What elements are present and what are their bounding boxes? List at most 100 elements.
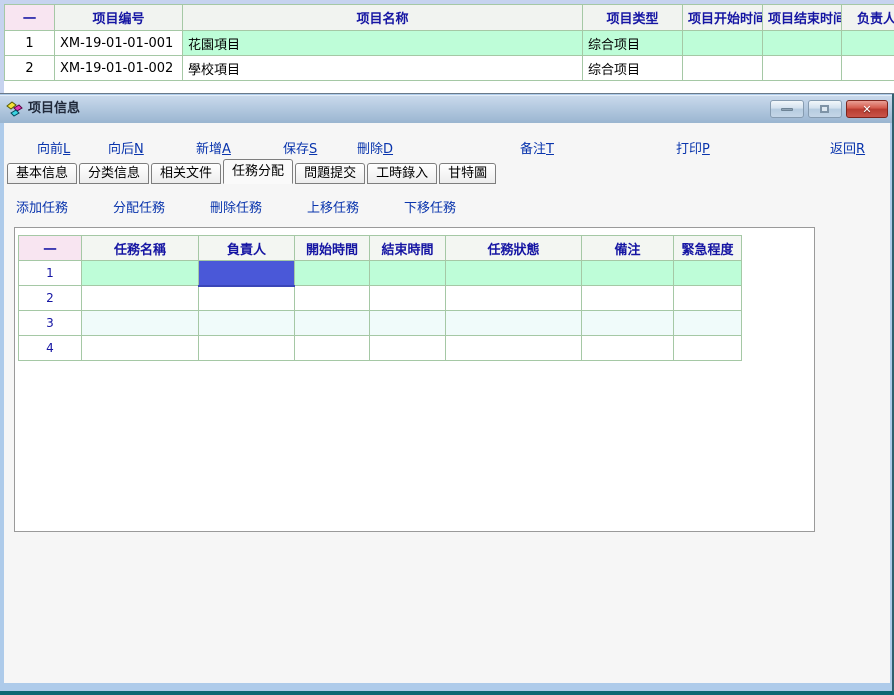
project-end-cell[interactable] [763,31,842,56]
window-client-area: 向前L 向后N 新增A 保存S 刪除D 备注T 打印P 返回R 基本信息 分类信… [4,123,890,683]
task-name-cell[interactable] [82,311,199,336]
table-row[interactable]: 1 [19,261,742,286]
task-name-cell[interactable] [82,286,199,311]
column-header-task-status: 任務狀態 [446,236,582,261]
table-row[interactable]: 2 XM-19-01-01-002 學校項目 综合项目 [5,56,894,81]
tab-category-info[interactable]: 分类信息 [79,163,149,184]
project-grid-header-row: 一 项目编号 项目名称 项目类型 项目开始时间 项目结束时间 负责人 [5,5,894,31]
column-header-task-name: 任務名稱 [82,236,199,261]
assignee-cell[interactable] [199,286,295,311]
maximize-icon [820,105,829,113]
urgency-cell[interactable] [674,336,742,361]
minimize-button[interactable] [770,100,804,118]
table-row[interactable]: 4 [19,336,742,361]
column-header-project-code: 项目编号 [55,5,183,31]
column-header-start-time: 项目开始时间 [683,5,763,31]
delete-task-button[interactable]: 刪除任務 [210,197,262,216]
project-owner-cell[interactable] [842,31,894,56]
start-time-cell[interactable] [295,286,370,311]
table-row[interactable]: 2 [19,286,742,311]
task-status-cell[interactable] [446,336,582,361]
toolbar-return[interactable]: 返回R [830,138,865,157]
project-grid: 一 项目编号 项目名称 项目类型 项目开始时间 项目结束时间 负责人 1 XM-… [4,4,894,82]
end-time-cell[interactable] [370,261,446,286]
start-time-cell[interactable] [295,336,370,361]
tab-related-files[interactable]: 相关文件 [151,163,221,184]
assignee-cell[interactable] [199,311,295,336]
column-header-project-type: 项目类型 [583,5,683,31]
start-time-cell[interactable] [295,311,370,336]
toolbar-remark[interactable]: 备注T [520,138,554,157]
project-name-cell[interactable]: 花園項目 [183,31,583,56]
toolbar-backward[interactable]: 向后N [108,138,144,157]
remark-cell[interactable] [582,336,674,361]
move-down-task-button[interactable]: 下移任務 [404,197,456,216]
project-code-cell[interactable]: XM-19-01-01-002 [55,56,183,81]
toolbar-save[interactable]: 保存S [283,138,317,157]
assignee-cell-selected[interactable] [199,261,295,286]
remark-cell[interactable] [582,311,674,336]
project-type-cell[interactable]: 综合项目 [583,56,683,81]
corner-header: 一 [19,236,82,261]
toolbar-print[interactable]: 打印P [676,138,710,157]
assign-task-button[interactable]: 分配任務 [113,197,165,216]
task-name-cell[interactable] [82,261,199,286]
tab-task-assignment[interactable]: 任務分配 [223,159,293,184]
column-header-start-time: 開始時間 [295,236,370,261]
add-task-button[interactable]: 添加任務 [16,197,68,216]
task-status-cell[interactable] [446,261,582,286]
corner-header: 一 [5,5,55,31]
row-number[interactable]: 1 [5,31,55,56]
project-end-cell[interactable] [763,56,842,81]
window-controls: ✕ [770,100,888,118]
urgency-cell[interactable] [674,286,742,311]
toolbar-forward[interactable]: 向前L [37,138,70,157]
urgency-cell[interactable] [674,311,742,336]
tab-basic-info[interactable]: 基本信息 [7,163,77,184]
task-status-cell[interactable] [446,311,582,336]
table-row[interactable]: 3 [19,311,742,336]
task-name-cell[interactable] [82,336,199,361]
minimize-icon [781,108,793,111]
urgency-cell[interactable] [674,261,742,286]
project-start-cell[interactable] [683,31,763,56]
move-up-task-button[interactable]: 上移任務 [307,197,359,216]
row-number[interactable]: 4 [19,336,82,361]
project-name-cell[interactable]: 學校項目 [183,56,583,81]
column-header-end-time: 結束時間 [370,236,446,261]
toolbar-delete[interactable]: 刪除D [357,138,393,157]
row-number[interactable]: 2 [19,286,82,311]
column-header-assignee: 負責人 [199,236,295,261]
task-status-cell[interactable] [446,286,582,311]
end-time-cell[interactable] [370,286,446,311]
task-panel: 一 任務名稱 負責人 開始時間 結束時間 任務狀態 備注 緊急程度 1 [14,227,815,532]
row-number[interactable]: 1 [19,261,82,286]
project-type-cell[interactable]: 综合项目 [583,31,683,56]
table-row[interactable]: 1 XM-19-01-01-001 花園項目 综合项目 [5,31,894,56]
start-time-cell[interactable] [295,261,370,286]
tab-time-entry[interactable]: 工時錄入 [367,163,437,184]
project-code-cell-selected[interactable]: XM-19-01-01-001 [55,31,183,56]
close-button[interactable]: ✕ [846,100,888,118]
end-time-cell[interactable] [370,336,446,361]
row-number[interactable]: 2 [5,56,55,81]
project-start-cell[interactable] [683,56,763,81]
window-title: 项目信息 [28,95,80,123]
remark-cell[interactable] [582,286,674,311]
tab-gantt-chart[interactable]: 甘特圖 [439,163,496,184]
maximize-button[interactable] [808,100,842,118]
window-bottom-edge [0,691,894,695]
remark-cell[interactable] [582,261,674,286]
tab-issue-submit[interactable]: 問題提交 [295,163,365,184]
window-titlebar[interactable]: 项目信息 ✕ [0,95,894,123]
project-owner-cell[interactable] [842,56,894,81]
column-header-end-time: 项目结束时间 [763,5,842,31]
project-info-window: 项目信息 ✕ 向前L 向后N 新增A 保存S 刪除D 备注T 打印P 返回R 基… [0,93,894,695]
row-number[interactable]: 3 [19,311,82,336]
toolbar-add[interactable]: 新增A [196,138,231,157]
assignee-cell[interactable] [199,336,295,361]
top-grid-area: 一 项目编号 项目名称 项目类型 项目开始时间 项目结束时间 负责人 1 XM-… [0,0,894,93]
column-header-owner: 负责人 [842,5,894,31]
end-time-cell[interactable] [370,311,446,336]
task-table-header-row: 一 任務名稱 負責人 開始時間 結束時間 任務狀態 備注 緊急程度 [19,236,742,261]
